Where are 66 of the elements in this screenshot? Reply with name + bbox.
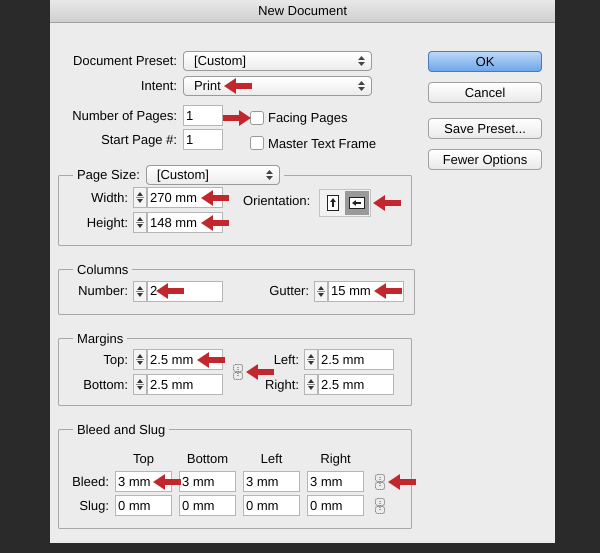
checkbox-label: Facing Pages <box>268 109 348 127</box>
column-header: Bottom <box>186 450 230 468</box>
updown-caret-icon <box>358 56 365 66</box>
text-field[interactable]: 0 mm <box>115 495 172 516</box>
field-label: Number of Pages: <box>71 106 177 125</box>
field-label: Width: <box>90 188 128 207</box>
chain-link-icon[interactable] <box>374 498 386 514</box>
text-field[interactable]: 3 mm <box>243 471 300 492</box>
field-label: Document Preset: <box>72 52 177 70</box>
stepper-control[interactable] <box>133 374 147 395</box>
updown-caret-icon <box>358 81 365 91</box>
text-field[interactable]: 148 mm <box>147 212 223 233</box>
dropdown[interactable]: Print <box>183 76 372 96</box>
stepper-control[interactable] <box>133 212 147 233</box>
text-field[interactable]: 1 <box>183 105 223 126</box>
field-label: Height: <box>86 214 128 232</box>
stepper-control[interactable] <box>314 280 328 302</box>
column-header: Left <box>260 450 284 468</box>
dialog-button[interactable]: Cancel <box>428 82 542 103</box>
stepper-control[interactable] <box>304 349 318 370</box>
landscape-page-icon <box>349 197 366 209</box>
text-field[interactable]: 3 mm <box>307 471 364 492</box>
orientation-button[interactable] <box>345 191 370 215</box>
chain-link-icon[interactable] <box>374 474 386 490</box>
group-title: Page Size: <box>77 166 140 184</box>
checkbox-label: Master Text Frame <box>268 134 376 152</box>
field-label: Intent: <box>140 77 177 96</box>
dialog-button[interactable]: OK <box>428 51 542 72</box>
checkbox[interactable] <box>250 110 264 125</box>
updown-caret-icon <box>266 170 273 180</box>
field-label: Start Page #: <box>100 130 177 149</box>
text-field[interactable]: 0 mm <box>243 495 300 516</box>
text-field[interactable]: 1 <box>183 129 223 150</box>
field-label: Left: <box>272 350 299 369</box>
field-label: Right: <box>264 376 299 394</box>
stepper-control[interactable] <box>133 280 147 302</box>
field-label: Slug: <box>78 496 109 515</box>
chain-link-icon[interactable] <box>232 364 244 380</box>
portrait-page-icon <box>327 195 340 211</box>
group-title: Columns <box>77 261 128 279</box>
text-field[interactable]: 2.5 mm <box>147 374 223 395</box>
field-label: Gutter: <box>268 282 309 300</box>
text-field[interactable]: 2.5 mm <box>318 349 394 370</box>
field-label: Bleed: <box>71 472 109 491</box>
checkbox[interactable] <box>250 136 264 150</box>
text-field[interactable]: 270 mm <box>147 187 223 208</box>
text-field[interactable]: 0 mm <box>307 495 364 516</box>
text-field[interactable]: 0 mm <box>179 495 236 516</box>
group-title: Margins <box>77 330 124 348</box>
stepper-control[interactable] <box>133 349 147 370</box>
stepper-control[interactable] <box>304 374 318 395</box>
group-title: Bleed and Slug <box>77 421 166 439</box>
dialog-button[interactable]: Save Preset... <box>428 118 542 139</box>
dialog-button[interactable]: Fewer Options <box>428 149 542 170</box>
column-header: Top <box>132 450 155 468</box>
field-label: Orientation: <box>243 192 310 210</box>
dropdown[interactable]: [Custom] <box>146 165 280 185</box>
text-field[interactable]: 2.5 mm <box>318 374 394 395</box>
column-header: Right <box>319 450 352 468</box>
text-field[interactable]: 3 mm <box>179 471 236 492</box>
dropdown[interactable]: [Custom] <box>183 51 372 71</box>
field-label: Top: <box>102 350 128 369</box>
field-label: Number: <box>77 282 128 300</box>
field-label: Bottom: <box>82 376 128 394</box>
stepper-control[interactable] <box>133 187 147 208</box>
window-title: New Document <box>258 2 347 20</box>
